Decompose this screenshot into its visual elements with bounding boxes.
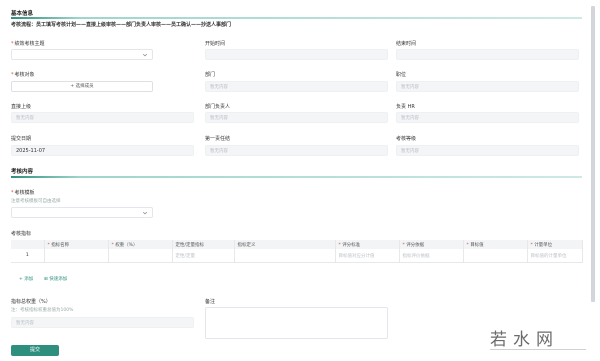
theme-select[interactable] — [11, 49, 153, 60]
remark-label: 备注 — [205, 299, 216, 305]
end-time-label: 结束时间 — [396, 41, 417, 47]
column-header — [11, 240, 45, 249]
superior-field[interactable]: 暂无内容 — [11, 112, 194, 123]
scrollbar[interactable] — [591, 6, 595, 302]
dept-field[interactable]: 暂无内容 — [205, 81, 388, 92]
indicators-label: 考核指标 — [11, 231, 32, 237]
watermark-logo: 若水网 — [490, 330, 559, 350]
section-divider — [11, 17, 582, 19]
column-header: * 计量单位 — [527, 240, 583, 249]
indicators-table: * 指标名称 * 权重（%） 定性/定量指标 指标定义 * 评分标准 * 评分依据 * 目标… — [11, 240, 583, 263]
column-header: * 目标值 — [463, 240, 528, 249]
submit-button[interactable]: 提交 — [11, 345, 59, 356]
column-header: * 权重（%） — [108, 240, 173, 249]
position-field[interactable]: 暂无内容 — [396, 81, 579, 92]
position-label: 职位 — [396, 72, 407, 78]
section-title-content: 考核内容 — [11, 169, 34, 175]
table-row: 1 定性/定量 目标值对应分计值 指标评价依据 目标值的计量单位 — [11, 249, 583, 263]
table-cell[interactable]: 指标评价依据 — [399, 249, 464, 263]
remark-textarea[interactable] — [205, 307, 388, 339]
chevron-down-icon — [142, 211, 148, 214]
section-divider — [11, 176, 582, 178]
grade-field[interactable]: 暂无内容 — [396, 145, 579, 156]
dept-label: 部门 — [205, 72, 216, 78]
template-label: *考核模板 — [11, 190, 35, 196]
select-member-button[interactable]: + 选择成员 — [11, 81, 153, 92]
chevron-down-icon — [142, 53, 148, 56]
column-header: * 评分标准 — [335, 240, 400, 249]
table-cell[interactable] — [44, 249, 109, 263]
table-cell[interactable] — [234, 249, 336, 263]
total-weight-hint: 注：考核指标权重总值为100% — [11, 308, 74, 313]
table-cell[interactable] — [463, 249, 528, 263]
table-cell[interactable] — [108, 249, 173, 263]
grade-label: 考核等级 — [396, 136, 417, 142]
end-time-field[interactable] — [396, 49, 579, 60]
column-header: 定性/定量指标 — [172, 240, 235, 249]
table-cell[interactable]: 定性/定量 — [172, 249, 235, 263]
submit-date-field[interactable]: 2025-11-07 — [11, 145, 194, 156]
object-label: *考核对象 — [11, 72, 35, 78]
template-select[interactable] — [11, 207, 153, 218]
first-result-label: 第一责任结 — [205, 136, 231, 142]
total-weight-field[interactable]: 暂无内容 — [11, 317, 194, 328]
start-time-field[interactable] — [205, 49, 388, 60]
table-cell[interactable]: 目标值的计量单位 — [527, 249, 583, 263]
dept-head-label: 部门负责人 — [205, 104, 231, 110]
add-row-link[interactable]: + 添加 — [19, 276, 33, 282]
start-time-label: 开始时间 — [205, 41, 226, 47]
section-title-basic: 基本信息 — [11, 11, 34, 17]
table-header: * 指标名称 * 权重（%） 定性/定量指标 指标定义 * 评分标准 * 评分依据 * 目标… — [11, 240, 583, 249]
quick-add-link[interactable]: ⊞ 快速添加 — [44, 276, 67, 282]
table-cell[interactable]: 目标值对应分计值 — [335, 249, 400, 263]
template-hint: 注意考核模板可自由选择 — [11, 199, 61, 204]
total-weight-label: 指标总权重（%） — [11, 299, 51, 305]
hr-field[interactable]: 暂无内容 — [396, 112, 579, 123]
watermark-underline — [490, 349, 586, 350]
row-index: 1 — [11, 249, 45, 263]
theme-label: *绩效考核主题 — [11, 41, 45, 47]
process-flow-text: 考核流程：员工填写考核计划——直接上级审核——部门负责人审核——员工确认——抄送… — [11, 22, 232, 28]
hr-label: 负责 HR — [396, 104, 415, 110]
superior-label: 直接上级 — [11, 104, 32, 110]
column-header: 指标定义 — [234, 240, 336, 249]
dept-head-field[interactable]: 暂无内容 — [205, 112, 388, 123]
column-header: * 指标名称 — [44, 240, 109, 249]
first-result-field[interactable]: 暂无内容 — [205, 145, 388, 156]
submit-date-label: 提交日期 — [11, 136, 32, 142]
column-header: * 评分依据 — [399, 240, 464, 249]
